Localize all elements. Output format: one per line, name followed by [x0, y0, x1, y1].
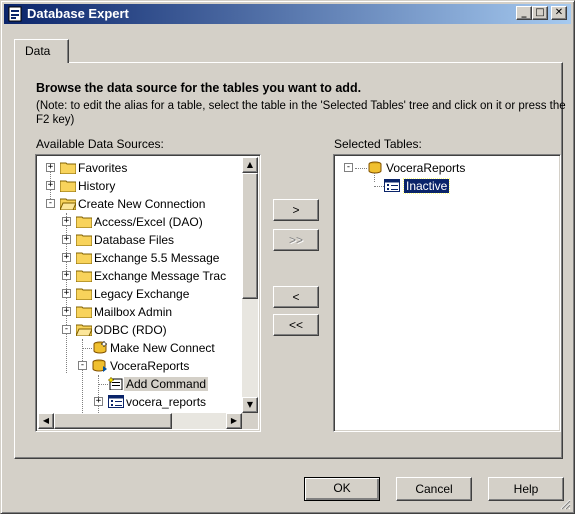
- expand-history[interactable]: +: [46, 181, 55, 190]
- tree-item-exchange-message-tracking[interactable]: + Exchange Message Trac: [36, 267, 256, 285]
- help-button[interactable]: Help: [488, 477, 564, 501]
- tab-data-label: Data: [25, 44, 51, 58]
- new-connection-icon: [93, 341, 108, 354]
- tree-item-vocera-reports[interactable]: + vocera_reports: [36, 393, 256, 411]
- expand-legacy-exchange[interactable]: +: [62, 289, 71, 298]
- collapse-create-new-connection[interactable]: -: [46, 199, 55, 208]
- expand-access-excel[interactable]: +: [62, 217, 71, 226]
- tree-item-access-excel[interactable]: + Access/Excel (DAO): [36, 213, 256, 231]
- scroll-up-icon[interactable]: ▲: [242, 157, 258, 173]
- folder-open-icon: [76, 324, 92, 336]
- window-title: Database Expert: [27, 6, 129, 21]
- tree-item-database-files[interactable]: + Database Files: [36, 231, 256, 249]
- add-table-button[interactable]: >: [273, 199, 319, 221]
- scroll-thumb[interactable]: [242, 173, 258, 299]
- tree-item-legacy-exchange[interactable]: + Legacy Exchange: [36, 285, 256, 303]
- tree-item-label[interactable]: Inactive: [402, 178, 451, 194]
- tree-item-favorites[interactable]: + Favorites: [36, 159, 256, 177]
- tree-item-exchange-55[interactable]: + Exchange 5.5 Message: [36, 249, 256, 267]
- folder-icon: [60, 180, 76, 192]
- database-expert-window: Database Expert _ □ ✕ Data Browse the da…: [0, 0, 575, 514]
- title-bar[interactable]: Database Expert _ □ ✕: [4, 4, 571, 24]
- selected-tables-tree[interactable]: - VoceraReports Inactive: [333, 154, 561, 432]
- tree-item-make-new-connection[interactable]: Make New Connect: [36, 339, 256, 357]
- tree-item-add-command[interactable]: Add Command: [36, 375, 256, 393]
- folder-icon: [76, 252, 92, 264]
- tree-item-odbc-rdo[interactable]: - ODBC (RDO): [36, 321, 256, 339]
- remove-table-button[interactable]: <: [273, 286, 319, 308]
- database-connection-icon: [92, 359, 107, 372]
- add-all-tables-button[interactable]: >>: [273, 229, 319, 251]
- tree-item-label: Exchange Message Trac: [94, 269, 227, 283]
- folder-icon: [76, 234, 92, 246]
- tree-item-label: VoceraReports: [110, 359, 190, 373]
- resize-grip-icon[interactable]: [559, 498, 571, 510]
- tree-item-label: Legacy Exchange: [94, 287, 190, 301]
- expand-mailbox-admin[interactable]: +: [62, 307, 71, 316]
- ok-button[interactable]: OK: [304, 477, 380, 501]
- instructions-heading: Browse the data source for the tables yo…: [36, 81, 362, 95]
- table-icon: [108, 395, 124, 408]
- tree-item-label: vocera_reports: [126, 395, 207, 409]
- instructions-note: (Note: to edit the alias for a table, se…: [36, 100, 566, 126]
- collapse-selected-root[interactable]: -: [344, 163, 353, 172]
- tree-item-mailbox-admin[interactable]: + Mailbox Admin: [36, 303, 256, 321]
- table-icon: [384, 179, 400, 192]
- tree-item-history[interactable]: + History: [36, 177, 256, 195]
- selected-tree-root[interactable]: - VoceraReports: [334, 159, 554, 177]
- folder-icon: [60, 162, 76, 174]
- available-data-sources-tree[interactable]: + Favorites + History - Create New Conne…: [35, 154, 261, 432]
- scroll-corner: [242, 413, 258, 429]
- selected-tables-label: Selected Tables:: [334, 137, 422, 151]
- expand-exchange-55[interactable]: +: [62, 253, 71, 262]
- folder-icon: [76, 216, 92, 228]
- tree-item-label: Access/Excel (DAO): [94, 215, 203, 229]
- tree-item-label: Add Command: [124, 377, 209, 391]
- tab-data[interactable]: Data: [14, 39, 69, 63]
- tree-item-label: Mailbox Admin: [94, 305, 173, 319]
- folder-open-icon: [60, 198, 76, 210]
- folder-icon: [76, 306, 92, 318]
- selected-tree-table[interactable]: Inactive: [334, 177, 554, 195]
- expand-favorites[interactable]: +: [46, 163, 55, 172]
- minimize-button[interactable]: _: [516, 6, 532, 20]
- add-command-icon: [108, 377, 123, 390]
- tree-item-label: History: [78, 179, 116, 193]
- expand-vocera-reports[interactable]: +: [94, 397, 103, 406]
- cancel-button[interactable]: Cancel: [396, 477, 472, 501]
- vertical-scrollbar[interactable]: ▲ ▼: [242, 157, 258, 413]
- scroll-thumb-horizontal[interactable]: [54, 413, 172, 429]
- tree-item-create-new-connection[interactable]: - Create New Connection: [36, 195, 256, 213]
- scroll-left-icon[interactable]: ◀: [38, 413, 54, 429]
- folder-icon: [76, 270, 92, 282]
- scroll-right-icon[interactable]: ▶: [226, 413, 242, 429]
- database-expert-icon: [8, 6, 22, 22]
- tree-item-label: Database Files: [94, 233, 175, 247]
- tree-item-label: Create New Connection: [78, 197, 206, 211]
- collapse-odbc-rdo[interactable]: -: [62, 325, 71, 334]
- tree-item-label: ODBC (RDO): [94, 323, 167, 337]
- expand-database-files[interactable]: +: [62, 235, 71, 244]
- collapse-vocerareports[interactable]: -: [78, 361, 87, 370]
- tree-item-label: Make New Connect: [110, 341, 215, 355]
- database-icon: [368, 161, 382, 174]
- expand-exchange-message-tracking[interactable]: +: [62, 271, 71, 280]
- maximize-button[interactable]: □: [532, 6, 548, 20]
- tree-item-label: Favorites: [78, 161, 128, 175]
- remove-all-tables-button[interactable]: <<: [273, 314, 319, 336]
- folder-icon: [76, 288, 92, 300]
- scroll-down-icon[interactable]: ▼: [242, 397, 258, 413]
- tree-item-vocerareports[interactable]: - VoceraReports: [36, 357, 256, 375]
- close-button[interactable]: ✕: [551, 6, 567, 20]
- available-data-sources-label: Available Data Sources:: [36, 137, 164, 151]
- horizontal-scrollbar[interactable]: ◀ ▶: [38, 413, 242, 429]
- tree-item-label: VoceraReports: [386, 161, 466, 175]
- tree-item-label: Exchange 5.5 Message: [94, 251, 220, 265]
